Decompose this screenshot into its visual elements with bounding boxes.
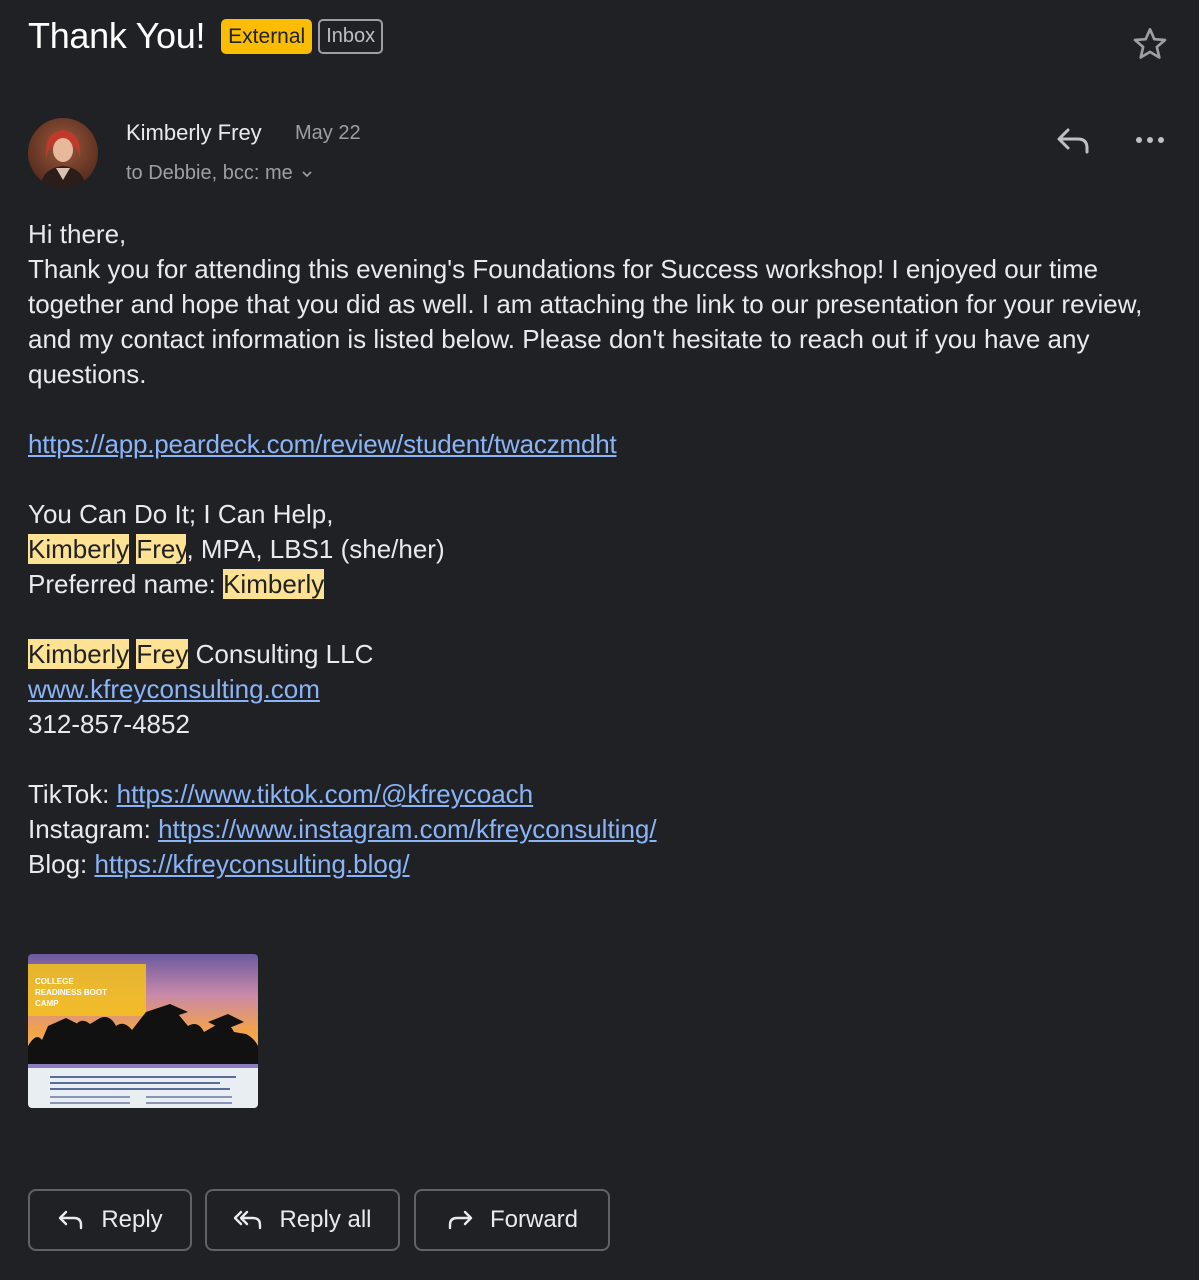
preferred-name-label: Preferred name: bbox=[28, 569, 224, 599]
tiktok-line: TikTok: https://www.tiktok.com/@kfreycoa… bbox=[28, 777, 1173, 812]
blog-label: Blog: bbox=[28, 849, 95, 879]
reply-all-label: Reply all bbox=[279, 1206, 372, 1233]
website-link[interactable]: www.kfreyconsulting.com bbox=[28, 674, 320, 704]
preferred-name-line: Preferred name: Kimberly bbox=[28, 567, 1173, 602]
phone-number: 312-857-4852 bbox=[28, 709, 190, 739]
star-icon[interactable] bbox=[1130, 24, 1170, 64]
greeting: Hi there, bbox=[28, 219, 127, 249]
avatar[interactable] bbox=[28, 118, 98, 188]
reply-label: Reply bbox=[101, 1206, 163, 1233]
reply-icon[interactable] bbox=[1054, 122, 1092, 158]
instagram-link[interactable]: https://www.instagram.com/kfreyconsultin… bbox=[158, 814, 657, 844]
signoff: You Can Do It; I Can Help, bbox=[28, 499, 334, 529]
subject-row: Thank You! External Inbox bbox=[28, 14, 384, 58]
company-line: Kimberly Frey Consulting LLC bbox=[28, 637, 1173, 672]
reply-all-icon bbox=[234, 1210, 262, 1230]
inbox-label-badge[interactable]: Inbox bbox=[318, 18, 384, 54]
body-paragraph: Thank you for attending this evening's F… bbox=[28, 254, 1143, 389]
attachment-title-1: COLLEGE bbox=[35, 977, 74, 986]
chevron-down-icon bbox=[302, 170, 312, 177]
tiktok-label: TikTok: bbox=[28, 779, 117, 809]
recipients-text: to Debbie, bcc: me bbox=[126, 162, 293, 184]
email-body: Hi there, Thank you for attending this e… bbox=[28, 217, 1173, 882]
email-subject: Thank You! bbox=[28, 15, 206, 56]
highlight-last-name: Frey bbox=[136, 534, 187, 564]
attachment-thumbnail[interactable]: COLLEGE READINESS BOOT CAMP bbox=[28, 954, 258, 1108]
reply-button[interactable]: Reply bbox=[28, 1189, 192, 1251]
forward-icon bbox=[448, 1210, 473, 1230]
highlight-first-name: Kimberly bbox=[28, 534, 130, 564]
attachment-title-2: READINESS BOOT bbox=[35, 988, 107, 997]
instagram-line: Instagram: https://www.instagram.com/kfr… bbox=[28, 812, 1173, 847]
highlight-company-last: Frey bbox=[136, 639, 189, 669]
reply-all-button[interactable]: Reply all bbox=[205, 1189, 400, 1251]
tiktok-link[interactable]: https://www.tiktok.com/@kfreycoach bbox=[117, 779, 534, 809]
reply-icon bbox=[59, 1210, 83, 1230]
more-options-icon[interactable] bbox=[1132, 126, 1168, 154]
signature-credentials: , MPA, LBS1 (she/her) bbox=[186, 534, 445, 564]
company-suffix: Consulting LLC bbox=[188, 639, 374, 669]
sender-date: May 22 bbox=[295, 122, 361, 144]
external-label-badge: External bbox=[221, 18, 313, 54]
signature-name-line: Kimberly Frey, MPA, LBS1 (she/her) bbox=[28, 532, 1173, 567]
sender-name[interactable]: Kimberly Frey bbox=[126, 120, 262, 146]
highlight-preferred-name: Kimberly bbox=[223, 569, 325, 599]
attachment-title-3: CAMP bbox=[35, 999, 59, 1008]
presentation-link[interactable]: https://app.peardeck.com/review/student/… bbox=[28, 429, 617, 459]
blog-line: Blog: https://kfreyconsulting.blog/ bbox=[28, 847, 1173, 882]
recipients-toggle[interactable]: to Debbie, bcc: me bbox=[126, 162, 313, 185]
highlight-company-first: Kimberly bbox=[28, 639, 130, 669]
instagram-label: Instagram: bbox=[28, 814, 159, 844]
forward-button[interactable]: Forward bbox=[414, 1189, 610, 1251]
forward-label: Forward bbox=[489, 1206, 579, 1233]
blog-link[interactable]: https://kfreyconsulting.blog/ bbox=[95, 849, 410, 879]
